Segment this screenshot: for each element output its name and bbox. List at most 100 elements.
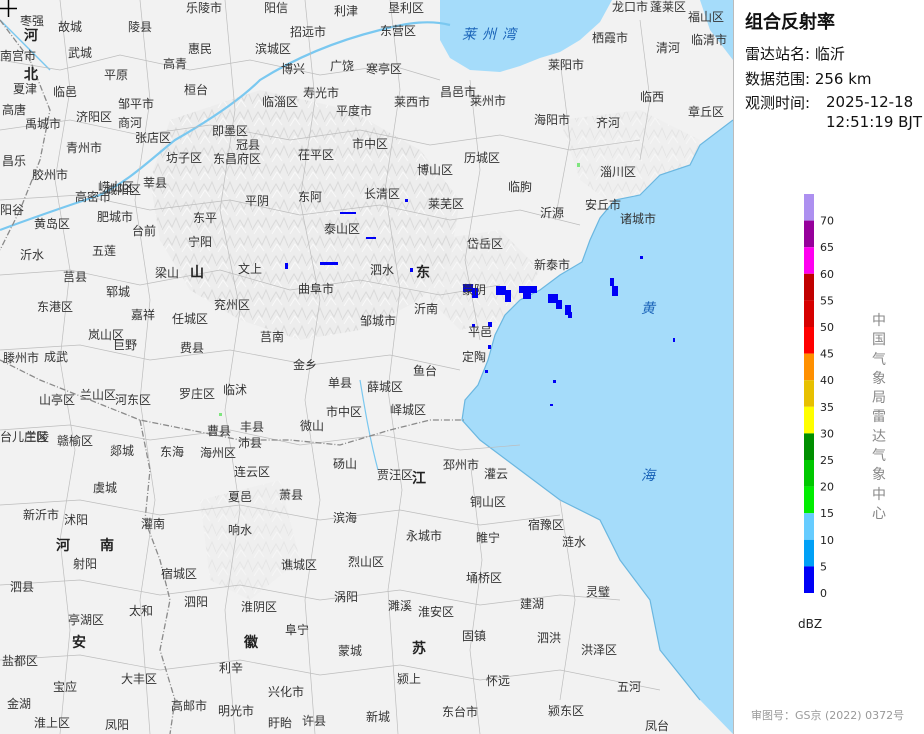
city-label: 台儿庄区	[0, 430, 49, 444]
city-label: 即墨区	[212, 124, 249, 138]
legend-swatch	[804, 539, 814, 567]
city-label: 建湖	[520, 597, 545, 611]
city-label: 射阳	[73, 557, 98, 571]
city-label: 涟水	[562, 535, 587, 549]
city-label: 龙口市	[612, 0, 649, 14]
city-label: 黄岛区	[34, 217, 71, 231]
city-label: 市中区	[352, 137, 389, 151]
city-label: 阜宁	[285, 623, 310, 637]
city-label: 海阳市	[534, 113, 571, 127]
city-label: 张店区	[135, 131, 172, 145]
agency-char: 局	[872, 390, 886, 407]
province-label: 山	[190, 265, 204, 281]
city-label: 济阳区	[76, 110, 113, 124]
legend-tick-label: 0	[820, 587, 827, 600]
city-label: 睢宁	[476, 531, 501, 545]
city-label: 诸城市	[620, 212, 657, 226]
city-label: 临淄区	[262, 95, 299, 109]
legend-tick-label: 35	[820, 401, 834, 414]
city-label: 涡阳	[334, 590, 359, 604]
city-label: 淮安区	[418, 605, 455, 619]
legend-tick-label: 70	[820, 215, 834, 228]
city-label: 故城	[58, 20, 83, 34]
city-label: 利津	[334, 4, 359, 18]
city-label: 邳州市	[443, 458, 480, 472]
city-label: 昌乐	[2, 154, 27, 168]
city-label: 赣榆区	[57, 434, 94, 448]
legend-swatch	[804, 566, 814, 593]
city-label: 莒南	[260, 330, 285, 344]
city-label: 淄川区	[600, 165, 637, 179]
city-label: 金湖	[7, 697, 32, 711]
province-label: 河	[56, 538, 70, 554]
agency-char: 象	[872, 467, 886, 484]
city-label: 大丰区	[121, 672, 158, 686]
city-label: 东昌府区	[213, 152, 262, 166]
radar-map[interactable]: 莱州湾 黄 海 河 北 山 东 江 苏 安 徽 河 南 枣强 故城 陵县 乐陵市 阳信利…	[0, 0, 733, 734]
city-label: 兖州区	[214, 298, 251, 312]
city-label: 武城	[68, 46, 93, 60]
agency-vertical-text: 中国气象局雷达气象中心	[872, 312, 886, 524]
city-label: 蒙阴	[462, 283, 487, 297]
city-label: 铜山区	[470, 495, 507, 509]
legend-tick-label: 10	[820, 534, 834, 547]
city-label: 陵县	[128, 20, 153, 34]
legend-tick-label: 15	[820, 507, 834, 520]
city-label: 滨城区	[255, 42, 292, 56]
city-label: 兰山区	[80, 388, 117, 402]
radar-site-marker	[0, 0, 17, 17]
city-label: 莱芜区	[428, 197, 465, 211]
city-label: 胶州市	[32, 168, 69, 182]
legend-tick-label: 30	[820, 427, 834, 440]
station-value: 临沂	[814, 45, 845, 63]
info-panel: 组合反射率 雷达站名: 临沂 数据范围: 256 km 观测时间: 2025-1…	[733, 0, 924, 734]
legend-tick-label: 60	[820, 268, 834, 281]
legend-tick-label: 20	[820, 481, 834, 494]
city-label: 凤阳	[105, 718, 130, 732]
city-label: 肥城市	[97, 210, 134, 224]
city-label: 招远市	[290, 25, 327, 39]
city-label: 萧县	[279, 488, 304, 502]
city-label: 广饶	[330, 59, 355, 73]
city-label: 长清区	[364, 187, 401, 201]
city-label: 平度市	[336, 104, 373, 118]
range-value: 256 km	[814, 70, 872, 88]
city-label: 新泰市	[534, 258, 571, 272]
city-label: 巨野	[113, 338, 138, 352]
city-label: 安丘市	[585, 198, 622, 212]
sea-label-sea: 海	[641, 468, 661, 484]
legend-swatch	[804, 327, 814, 354]
city-label: 冠县	[236, 138, 261, 152]
city-label: 费县	[180, 341, 205, 355]
city-label: 垦利区	[388, 1, 425, 15]
city-label: 东阿	[298, 190, 323, 204]
city-label: 莱阳市	[548, 58, 585, 72]
legend-unit: dBZ	[798, 617, 823, 631]
city-label: 临朐	[508, 180, 533, 194]
legend-tick-label: 40	[820, 374, 834, 387]
range-key: 数据范围:	[745, 70, 811, 88]
city-label: 灌南	[141, 517, 166, 531]
city-label: 博兴	[281, 62, 306, 76]
agency-char: 象	[872, 370, 886, 387]
city-label: 永城市	[406, 529, 443, 543]
city-label: 莱州市	[470, 94, 507, 108]
city-label: 坊子区	[166, 151, 203, 165]
city-label: 沛县	[238, 436, 263, 450]
city-label: 南宫市	[0, 49, 37, 63]
city-label: 邹平市	[118, 97, 155, 111]
city-label: 东平	[193, 211, 218, 225]
city-label: 虞城	[93, 481, 118, 495]
city-label: 薛城区	[367, 380, 404, 394]
city-label: 泗水	[370, 263, 395, 277]
time-date: 2025-12-18	[826, 93, 914, 111]
city-label: 历城区	[464, 151, 501, 165]
legend-swatch	[804, 220, 814, 248]
city-label: 平邑	[468, 325, 493, 339]
city-label: 丰县	[240, 420, 265, 434]
city-label: 贾汪区	[377, 468, 414, 482]
legend-swatch	[804, 247, 814, 274]
city-label: 洪泽区	[581, 643, 618, 657]
city-label: 泗阳	[184, 595, 209, 609]
product-title: 组合反射率	[745, 12, 835, 33]
